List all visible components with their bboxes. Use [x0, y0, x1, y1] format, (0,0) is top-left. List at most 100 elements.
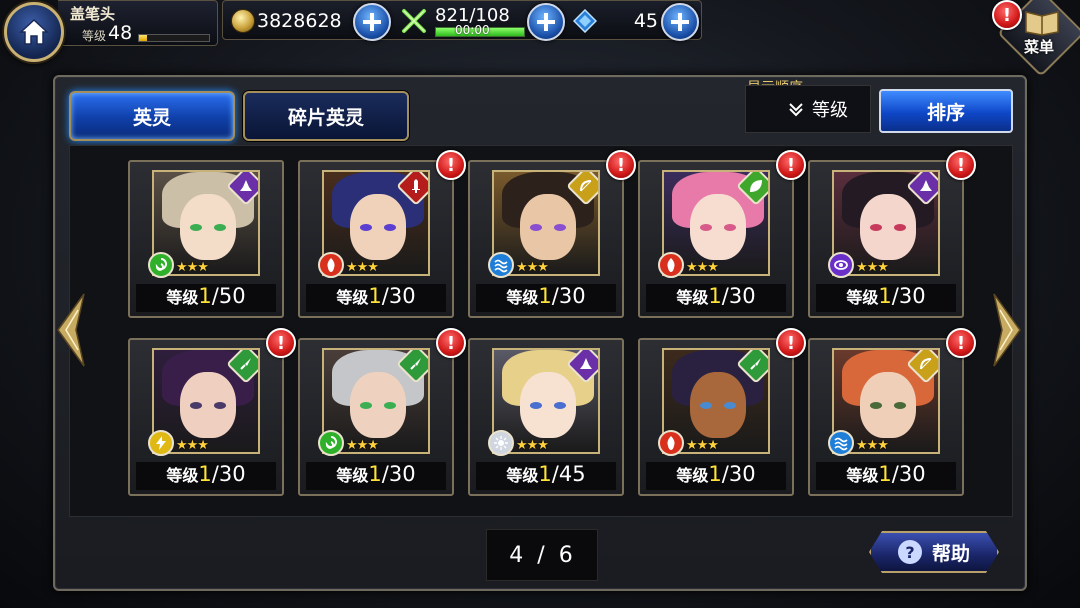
hero-alert-badge: ! — [436, 328, 466, 358]
sort-order-select[interactable]: 等级 — [745, 85, 871, 133]
hero-level-max: /30 — [211, 462, 246, 486]
hero-element-badge — [658, 252, 684, 278]
hero-card[interactable]: ★★★ 等级 1 /30 ! — [808, 328, 976, 496]
fire-icon — [667, 258, 675, 272]
hero-eye — [894, 224, 906, 231]
hero-level-label: 等级 — [166, 288, 199, 307]
hero-card[interactable]: ★★★ 等级 1 /30 ! — [298, 328, 466, 496]
sort-button[interactable]: 排序 — [879, 89, 1013, 133]
hero-card[interactable]: ★★★ 等级 1 /30 ! — [638, 328, 806, 496]
water-icon — [834, 437, 848, 451]
home-icon — [19, 18, 49, 45]
add-stamina-button[interactable] — [527, 3, 565, 41]
hero-rarity-stars: ★★★ — [176, 260, 209, 275]
hero-level-current: 1 — [878, 284, 892, 308]
hero-eye — [190, 224, 202, 231]
hero-alert-badge: ! — [776, 150, 806, 180]
page-indicator: 4 / 6 — [486, 529, 598, 581]
hero-element-badge — [318, 252, 344, 278]
hero-eye — [724, 224, 736, 231]
hero-face — [350, 372, 406, 438]
hero-eye — [384, 224, 396, 231]
hero-level-label: 等级 — [506, 288, 539, 307]
hero-element-badge — [828, 430, 854, 456]
stamina-timer: 00:00 — [455, 23, 490, 37]
hero-card-grid: ★★★ 等级 1 /50 ★★★ 等级 1 /30 ! ★★★ 等级 1 /30… — [69, 145, 1013, 517]
hero-eye — [870, 402, 882, 409]
hero-eye — [700, 402, 712, 409]
chevron-down-icon — [789, 103, 803, 117]
add-gems-button[interactable] — [661, 3, 699, 41]
hero-face — [180, 372, 236, 438]
hero-level-label: 等级 — [506, 466, 539, 485]
prev-page-arrow[interactable] — [54, 290, 88, 370]
hero-face — [860, 194, 916, 260]
hero-eye — [530, 224, 542, 231]
hero-level-current: 1 — [198, 462, 212, 486]
hero-eye — [870, 224, 882, 231]
hero-card[interactable]: ★★★ 等级 1 /30 ! — [808, 150, 976, 318]
chevron-right-icon — [993, 293, 1021, 367]
hero-list-panel: 英灵 碎片英灵 显示顺序 等级 排序 ★★★ 等级 1 /50 — [53, 75, 1027, 591]
hero-card[interactable]: ★★★ 等级 1 /30 ! — [298, 150, 466, 318]
help-button[interactable]: ? 帮助 — [869, 531, 999, 573]
hero-level-label: 等级 — [336, 466, 369, 485]
hero-card[interactable]: ★★★ 等级 1 /50 — [128, 160, 284, 318]
fire-icon — [327, 258, 335, 272]
hero-level-max: /30 — [721, 462, 756, 486]
hero-level-max: /50 — [211, 284, 246, 308]
add-coins-button[interactable] — [353, 3, 391, 41]
hero-card[interactable]: ★★★ 等级 1 /30 ! — [468, 150, 636, 318]
hero-level-current: 1 — [878, 462, 892, 486]
hero-level-bar: 等级 1 /45 — [476, 462, 616, 490]
hero-eye — [530, 402, 542, 409]
hero-alert-badge: ! — [946, 328, 976, 358]
hero-card[interactable]: ★★★ 等级 1 /30 ! — [638, 150, 806, 318]
hero-level-label: 等级 — [676, 288, 709, 307]
hero-level-max: /45 — [551, 462, 586, 486]
hero-element-badge — [488, 430, 514, 456]
hero-eye — [384, 402, 396, 409]
lightning-icon — [156, 436, 166, 450]
hero-eye — [360, 402, 372, 409]
page-separator: / — [537, 542, 547, 568]
menu-button[interactable]: 菜单 ! — [992, 0, 1080, 77]
next-page-arrow[interactable] — [990, 290, 1024, 370]
hero-element-badge — [148, 430, 174, 456]
plus-icon — [671, 13, 689, 31]
hero-eye — [190, 402, 202, 409]
hero-level-current: 1 — [538, 284, 552, 308]
hero-level-label: 等级 — [846, 466, 879, 485]
bow-icon — [580, 180, 592, 192]
hero-level-max: /30 — [551, 284, 586, 308]
water-icon — [494, 259, 508, 273]
hero-level-bar: 等级 1 /50 — [136, 284, 276, 312]
sword-icon — [412, 179, 420, 193]
hero-face — [690, 372, 746, 438]
hero-face — [350, 194, 406, 260]
eye-icon — [834, 260, 848, 270]
hero-level-max: /30 — [381, 462, 416, 486]
hero-level-bar: 等级 1 /30 — [306, 284, 446, 312]
hero-level-bar: 等级 1 /30 — [816, 462, 956, 490]
menu-alert-badge: ! — [992, 0, 1022, 30]
hero-face — [690, 194, 746, 260]
hero-element-badge — [488, 252, 514, 278]
hero-level-current: 1 — [538, 462, 552, 486]
menu-label: 菜单 — [1024, 38, 1055, 56]
hero-eye — [554, 224, 566, 231]
hero-card[interactable]: ★★★ 等级 1 /30 ! — [128, 328, 296, 496]
hero-level-max: /30 — [891, 462, 926, 486]
hero-rarity-stars: ★★★ — [176, 438, 209, 453]
hero-level-label: 等级 — [846, 288, 879, 307]
hero-level-current: 1 — [368, 462, 382, 486]
tab-hero-fragments[interactable]: 碎片英灵 — [243, 91, 409, 141]
hero-level-max: /30 — [721, 284, 756, 308]
hero-level-bar: 等级 1 /30 — [646, 284, 786, 312]
home-button[interactable] — [4, 2, 64, 62]
hero-level-bar: 等级 1 /30 — [306, 462, 446, 490]
hero-card[interactable]: ★★★ 等级 1 /45 — [468, 338, 624, 496]
dagger-icon — [750, 358, 761, 370]
tab-heroes[interactable]: 英灵 — [69, 91, 235, 141]
hero-level-bar: 等级 1 /30 — [646, 462, 786, 490]
